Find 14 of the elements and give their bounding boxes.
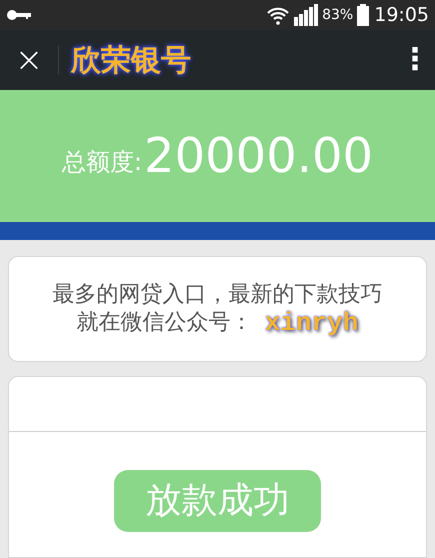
key-icon (6, 9, 32, 21)
menu-button[interactable]: ⋮ (395, 30, 435, 90)
limit-amount: 20000.00 (144, 127, 374, 186)
notice-text: 就在微信公众号： (76, 309, 253, 337)
page-title: 欣荣银号 (71, 42, 191, 80)
account-id: xinryh (264, 309, 358, 337)
battery-icon (357, 4, 370, 26)
close-button[interactable]: × (0, 30, 58, 90)
limit-label: 总额度: (62, 147, 142, 178)
notice-text: 最多的网贷入口，最新的下款技巧 (52, 281, 382, 309)
wifi-icon (266, 5, 290, 25)
clock: 19:05 (374, 2, 429, 28)
battery-percent: 83% (322, 6, 354, 24)
signal-icon (294, 4, 318, 26)
